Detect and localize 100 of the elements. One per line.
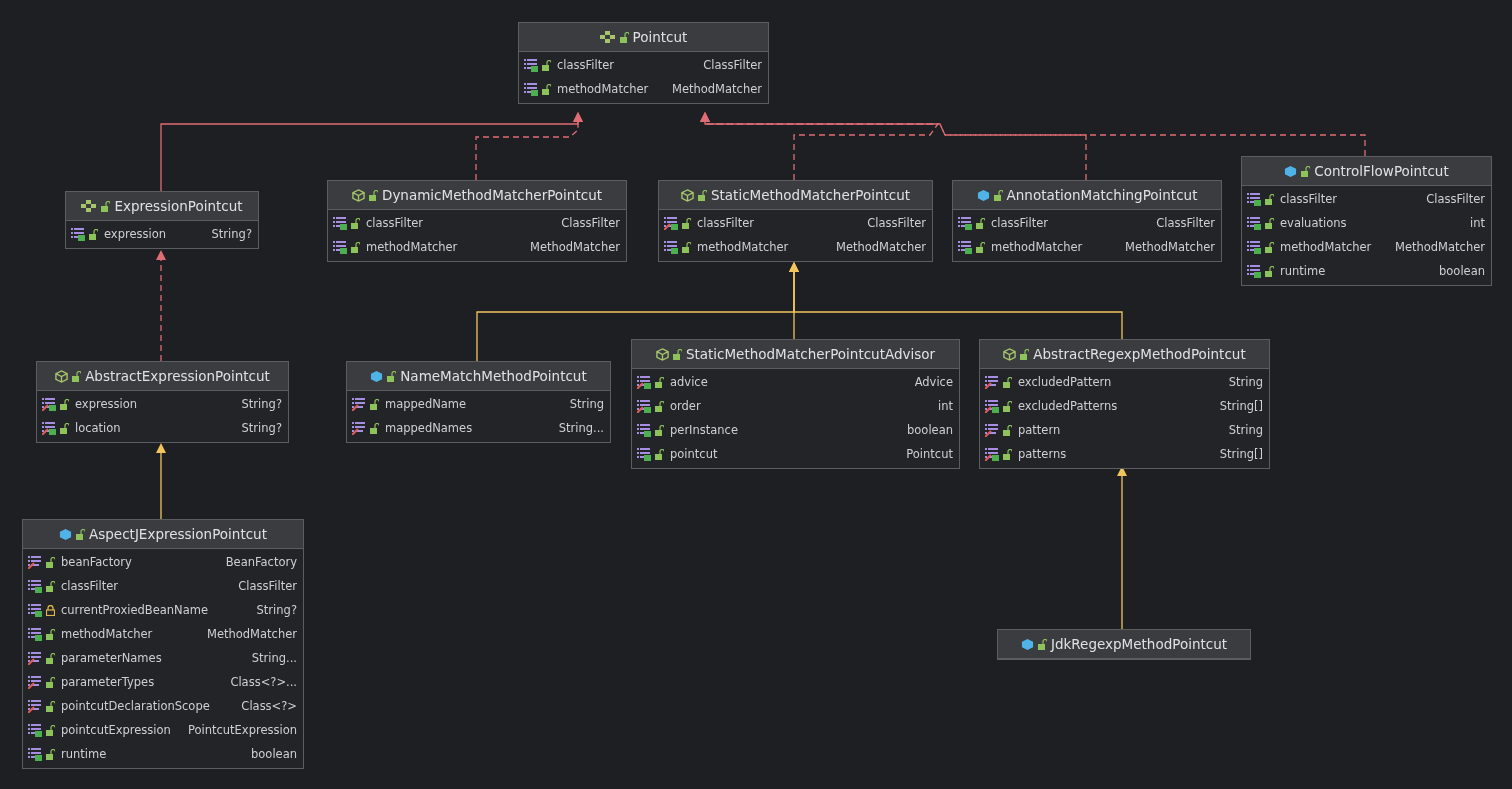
cube-outline-icon [655,347,669,361]
cube-icon [976,188,990,202]
unlock-icon [1301,165,1311,177]
field-name: expression [104,227,167,241]
cube-outline-icon [1003,347,1017,361]
interface-icon [81,200,98,212]
field-name: methodMatcher [61,627,153,641]
class-node[interactable]: AbstractExpressionPointcut expression String? location String? [36,361,289,443]
field-name: currentProxiedBeanName [61,603,208,617]
class-node[interactable]: DynamicMethodMatcherPointcut classFilter ClassFilter methodMatcher MethodMatcher [327,180,627,262]
cube-icon [370,369,384,383]
unlock-icon [72,370,82,382]
field-type: MethodMatcher [528,240,620,254]
class-name: DynamicMethodMatcherPointcut [382,187,602,203]
class-name: AbstractExpressionPointcut [85,368,270,384]
field-type: String... [250,651,297,665]
field-name: patterns [1018,447,1067,461]
field-name: mappedNames [385,421,473,435]
field-name: classFilter [557,58,615,72]
interface-icon [599,31,616,43]
field-type: String[] [1218,399,1263,413]
class-node[interactable]: ControlFlowPointcut classFilter ClassFilter evaluations int methodMatcher MethodMatcher runtime boolean [1241,156,1492,286]
field-type: Advice [913,375,953,389]
field-type: BeanFactory [224,555,297,569]
cube-outline-icon [680,188,694,202]
field-name: classFilter [61,579,119,593]
field-name: classFilter [1280,192,1338,206]
class-name: Pointcut [632,29,688,45]
field-type: ClassFilter [1155,216,1215,230]
cube-icon [1284,164,1298,178]
class-node[interactable]: AbstractRegexpMethodPointcut excludedPattern String excludedPatterns String[] pattern String patterns String[] [979,339,1270,469]
class-node[interactable]: Pointcut classFilter ClassFilter methodMatcher MethodMatcher [518,22,769,104]
field-type: MethodMatcher [670,82,762,96]
field-type: ClassFilter [560,216,620,230]
field-name: runtime [1280,264,1326,278]
field-name: methodMatcher [366,240,458,254]
field-name: advice [670,375,708,389]
field-name: beanFactory [61,555,132,569]
field-name: pointcutDeclarationScope [61,699,210,713]
field-name: expression [75,397,138,411]
field-type: Class<?>... [229,675,297,689]
unlock-icon [1020,348,1030,360]
field-type: int [937,399,953,413]
field-type: Class<?> [240,699,297,713]
field-type: MethodMatcher [834,240,926,254]
field-type: boolean [1438,264,1485,278]
class-name: ExpressionPointcut [114,198,243,214]
field-type: String [1227,375,1263,389]
field-type: String? [240,397,282,411]
field-name: classFilter [697,216,755,230]
field-type: ClassFilter [237,579,297,593]
field-name: parameterNames [61,651,162,665]
class-node[interactable]: JdkRegexpMethodPointcut [997,629,1251,660]
field-type: MethodMatcher [1393,240,1485,254]
field-type: MethodMatcher [1123,240,1215,254]
field-name: evaluations [1280,216,1347,230]
field-name: excludedPattern [1018,375,1112,389]
field-name: pattern [1018,423,1061,437]
field-name: classFilter [991,216,1049,230]
field-name: perInstance [670,423,739,437]
field-name: methodMatcher [557,82,649,96]
field-name: mappedName [385,397,467,411]
field-name: classFilter [366,216,424,230]
field-name: pointcutExpression [61,723,171,737]
field-name: methodMatcher [697,240,789,254]
unlock-icon [387,370,397,382]
class-name: AbstractRegexpMethodPointcut [1033,346,1246,362]
class-node[interactable]: AnnotationMatchingPointcut classFilter ClassFilter methodMatcher MethodMatcher [952,180,1222,262]
field-type: String? [255,603,297,617]
unlock-icon [672,348,682,360]
field-type: Pointcut [905,447,953,461]
field-name: methodMatcher [1280,240,1372,254]
field-name: methodMatcher [991,240,1083,254]
class-name: NameMatchMethodPointcut [400,368,587,384]
class-node[interactable]: StaticMethodMatcherPointcutAdvisor advice Advice order int perInstance boolean pointcut Pointcut [631,339,960,469]
cube-icon [59,527,73,541]
class-node[interactable] [22,519,304,769]
field-type: String? [240,421,282,435]
unlock-icon [993,189,1003,201]
field-name: runtime [61,747,107,761]
field-type: boolean [906,423,953,437]
class-name: JdkRegexpMethodPointcut [1050,636,1228,652]
unlock-icon [369,189,378,201]
class-node[interactable]: ExpressionPointcut expression String? [65,191,259,249]
field-name: location [75,421,121,435]
class-node[interactable]: StaticMethodMatcherPointcut classFilter ClassFilter methodMatcher MethodMatcher [658,180,933,262]
field-type: String? [210,227,252,241]
field-type: boolean [250,747,297,761]
cube-outline-icon [55,369,69,383]
class-name: AnnotationMatchingPointcut [1006,187,1198,203]
field-name: excludedPatterns [1018,399,1118,413]
class-name: ControlFlowPointcut [1314,163,1449,179]
class-node[interactable]: NameMatchMethodPointcut mappedName String mappedNames String... [346,361,611,443]
class-name: AspectJExpressionPointcut [89,526,267,542]
field-type: String... [557,421,604,435]
field-type: ClassFilter [702,58,762,72]
class-name: StaticMethodMatcherPointcut [710,187,911,203]
class-name: StaticMethodMatcherPointcutAdvisor [685,346,936,362]
field-type: ClassFilter [1425,192,1485,206]
field-type: String[] [1218,447,1263,461]
